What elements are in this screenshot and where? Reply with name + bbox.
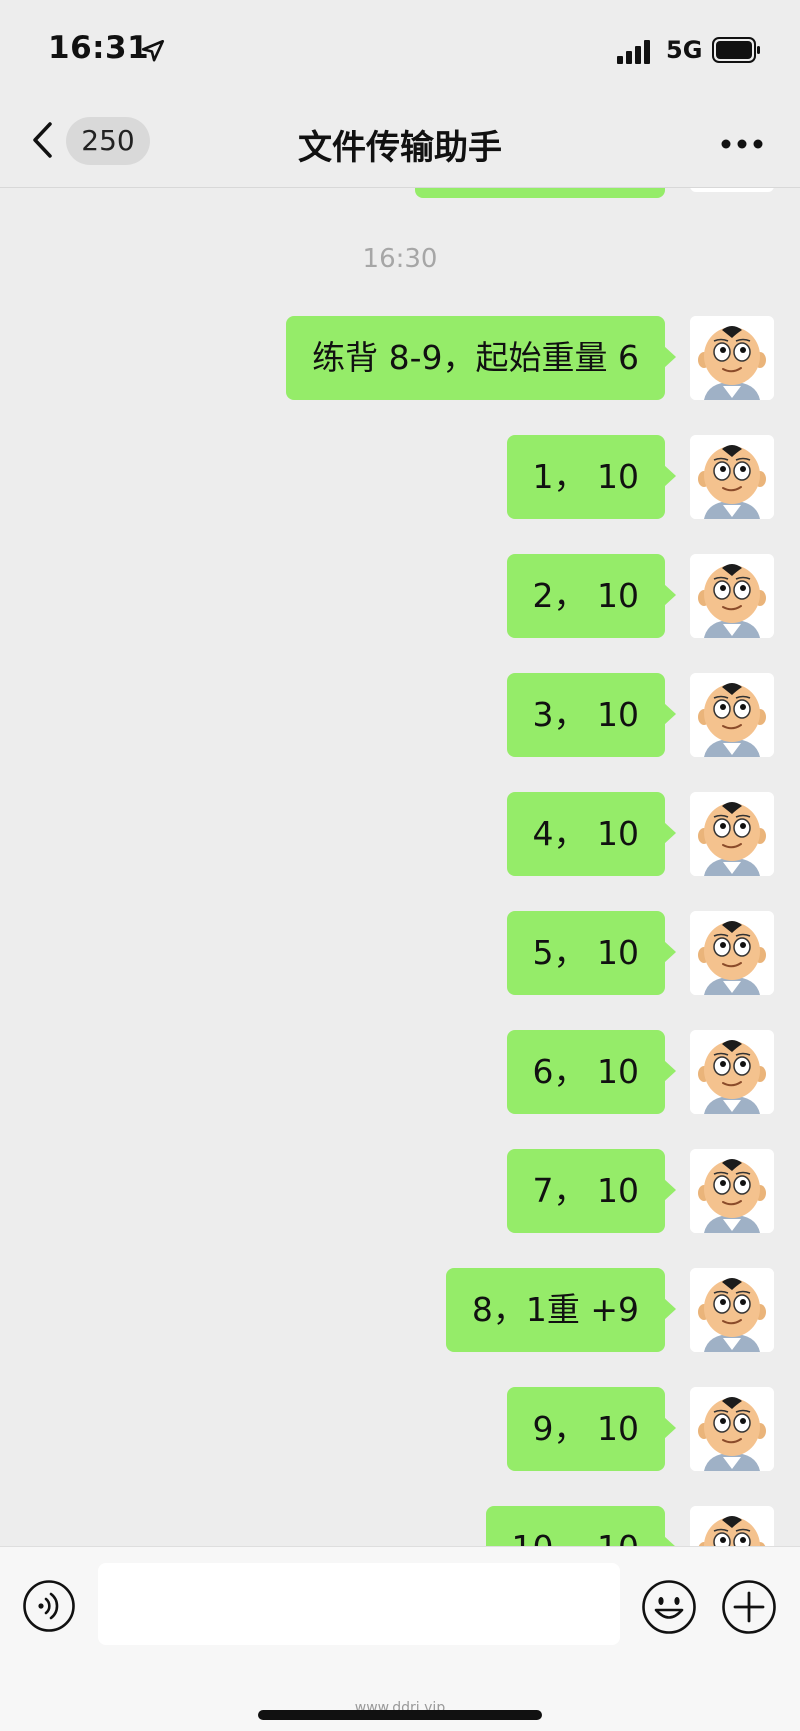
avatar[interactable] xyxy=(690,673,774,757)
emoji-icon[interactable] xyxy=(641,1579,697,1635)
avatar-cartoon-boy xyxy=(690,1149,774,1233)
message-bubble[interactable]: 3， 10 xyxy=(506,673,677,757)
message-timestamp: 16:30 xyxy=(362,244,438,274)
status-bar: 16:31 5G xyxy=(0,0,800,100)
battery-icon xyxy=(712,37,760,63)
signal-icon xyxy=(617,40,650,64)
avatar[interactable] xyxy=(690,316,774,400)
avatar-cartoon-boy xyxy=(690,435,774,519)
plus-icon[interactable] xyxy=(721,1579,777,1635)
chat-area[interactable]: 16:30 练背 8-9，起始重量 6 1， 10 2， 10 3， 10 4， 10 5… xyxy=(0,188,800,1546)
message-bubble[interactable]: 练背 8-9，起始重量 6 xyxy=(286,316,676,400)
message-row: 10， 10 xyxy=(0,1506,774,1546)
message-row: 7， 10 xyxy=(0,1149,774,1233)
message-bubble[interactable]: 6， 10 xyxy=(506,1030,677,1114)
message-bubble[interactable]: 2， 10 xyxy=(506,554,677,638)
avatar[interactable] xyxy=(690,554,774,638)
avatar[interactable] xyxy=(690,1030,774,1114)
avatar-cartoon-boy xyxy=(690,1268,774,1352)
message-bubble[interactable]: 7， 10 xyxy=(506,1149,677,1233)
avatar[interactable] xyxy=(690,1268,774,1352)
message-row: 5， 10 xyxy=(0,911,774,995)
message-bubble[interactable]: 5， 10 xyxy=(506,911,677,995)
avatar[interactable] xyxy=(690,1387,774,1471)
home-indicator xyxy=(258,1710,542,1720)
location-arrow-icon xyxy=(141,39,165,62)
avatar[interactable] xyxy=(690,435,774,519)
message-bubble[interactable]: 10， 10 xyxy=(485,1506,677,1546)
avatar-cartoon-boy xyxy=(690,911,774,995)
message-row: 6， 10 xyxy=(0,1030,774,1114)
avatar[interactable] xyxy=(690,911,774,995)
message-row: 9， 10 xyxy=(0,1387,774,1471)
message-bubble[interactable]: 8，1重 +9 xyxy=(445,1268,677,1352)
chat-title: 文件传输助手 xyxy=(298,128,502,168)
avatar-cartoon-boy xyxy=(690,1030,774,1114)
network-type: 5G xyxy=(666,36,703,64)
avatar-cartoon-boy xyxy=(690,1506,774,1546)
avatar-cartoon-boy xyxy=(690,316,774,400)
avatar[interactable] xyxy=(690,1149,774,1233)
avatar-cartoon-boy xyxy=(690,792,774,876)
message-row: 练背 8-9，起始重量 6 xyxy=(0,316,774,400)
message-bubble[interactable]: 1， 10 xyxy=(506,435,677,519)
avatar-cartoon-boy xyxy=(690,554,774,638)
input-bar: www.ddrj.vip xyxy=(0,1546,800,1731)
message-input[interactable] xyxy=(98,1563,620,1645)
avatar[interactable] xyxy=(690,1506,774,1546)
status-time: 16:31 xyxy=(48,30,150,66)
nav-bar: 250 文件传输助手 xyxy=(0,100,800,188)
message-row: 4， 10 xyxy=(0,792,774,876)
avatar[interactable] xyxy=(690,792,774,876)
avatar-cartoon-boy xyxy=(690,673,774,757)
message-row: 2， 10 xyxy=(0,554,774,638)
message-row: 3， 10 xyxy=(0,673,774,757)
message-row: 1， 10 xyxy=(0,435,774,519)
message-bubble[interactable]: 4， 10 xyxy=(506,792,677,876)
more-icon[interactable] xyxy=(720,138,764,150)
message-row: 8，1重 +9 xyxy=(0,1268,774,1352)
message-bubble[interactable]: 9， 10 xyxy=(506,1387,677,1471)
previous-message-bubble[interactable] xyxy=(415,188,665,198)
previous-avatar[interactable] xyxy=(690,188,774,192)
voice-icon[interactable] xyxy=(22,1579,76,1633)
avatar-cartoon-boy xyxy=(690,1387,774,1471)
